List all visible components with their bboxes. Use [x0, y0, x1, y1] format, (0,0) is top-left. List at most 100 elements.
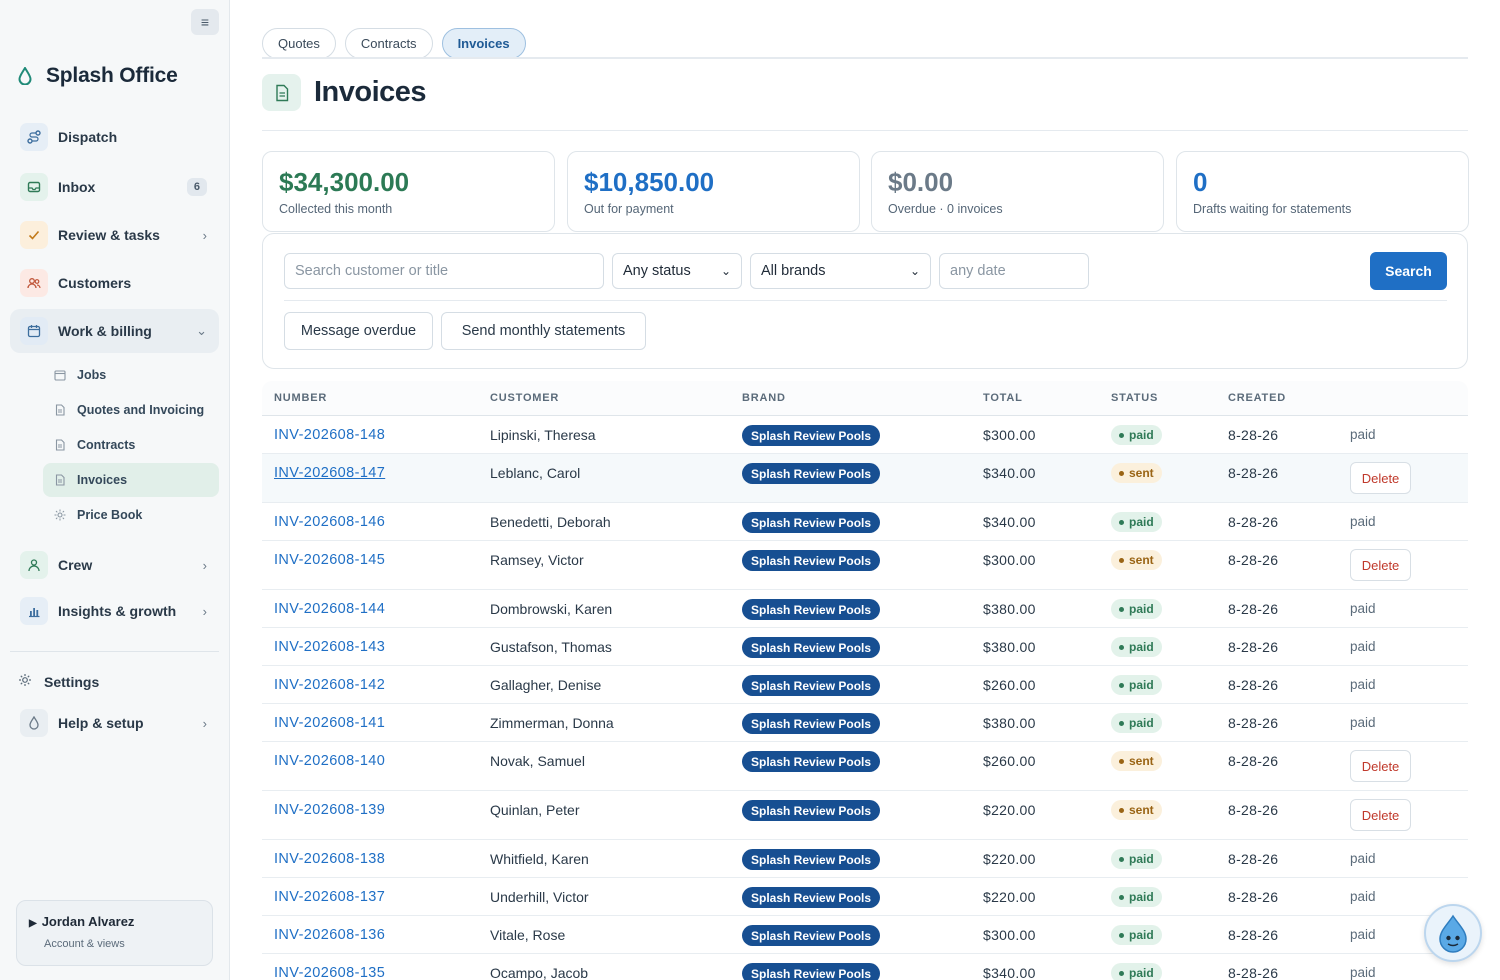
invoice-number-link[interactable]: INV-202608-146 [274, 514, 385, 530]
row-status-text: paid [1350, 965, 1376, 980]
sidebar-item-insights-growth[interactable]: Insights & growth › [10, 591, 219, 631]
invoice-total: $340.00 [983, 465, 1036, 481]
table-row[interactable]: INV-202608-145 Ramsey, Victor Splash Revie… [262, 541, 1468, 590]
brand-badge: Splash Review Pools [742, 425, 881, 446]
invoice-total: $340.00 [983, 965, 1036, 980]
column-header-status[interactable]: STATUS [1111, 392, 1158, 404]
sidebar-subitem-contracts[interactable]: Contracts [43, 428, 219, 462]
table-row[interactable]: INV-202608-140 Novak, Samuel Splash Review… [262, 742, 1468, 791]
brand[interactable]: Splash Office [18, 62, 178, 90]
status-dot-icon [1119, 519, 1124, 525]
brand-name: Splash Office [46, 64, 178, 87]
table-row[interactable]: INV-202608-135 Ocampo, Jacob Splash Review… [262, 954, 1468, 980]
column-header-total[interactable]: TOTAL [983, 392, 1023, 404]
invoice-number-link[interactable]: INV-202608-138 [274, 851, 385, 867]
sidebar-item-work-billing[interactable]: Work & billing ⌄ [10, 309, 219, 353]
sidebar-subitem-price-book[interactable]: Price Book [43, 498, 219, 532]
sidebar-item-settings[interactable]: Settings [18, 673, 99, 690]
sidebar-collapse-button[interactable]: ≡ [191, 9, 219, 35]
brand-badge: Splash Review Pools [742, 925, 881, 946]
tab-contracts[interactable]: Contracts [344, 28, 433, 59]
column-header-customer[interactable]: CUSTOMER [490, 392, 559, 404]
invoice-number-link[interactable]: INV-202608-144 [274, 601, 385, 617]
table-row[interactable]: INV-202608-137 Underhill, Victor Splash Re… [262, 878, 1468, 916]
table-row[interactable]: INV-202608-138 Whitfield, Karen Splash Rev… [262, 840, 1468, 878]
created-date: 8-28-26 [1228, 889, 1279, 905]
message-overdue-button[interactable]: Message overdue [284, 312, 433, 350]
brand-select[interactable]: All brands ⌄ [750, 253, 931, 289]
sidebar-item-inbox[interactable]: Inbox 6 [10, 167, 219, 207]
status-badge: sent [1111, 751, 1162, 771]
sidebar-item-dispatch[interactable]: Dispatch [10, 117, 219, 157]
invoice-number-link[interactable]: INV-202608-143 [274, 639, 385, 655]
table-row[interactable]: INV-202608-144 Dombrowski, Karen Splash Re… [262, 590, 1468, 628]
gear-icon [18, 673, 32, 690]
assistant-mascot-button[interactable] [1424, 904, 1482, 962]
status-dot-icon [1119, 807, 1124, 813]
status-badge: paid [1111, 925, 1162, 945]
send-statements-button[interactable]: Send monthly statements [441, 312, 646, 350]
sidebar-item-help-setup[interactable]: Help & setup › [10, 703, 219, 743]
brand-badge: Splash Review Pools [742, 963, 881, 980]
invoice-number-link[interactable]: INV-202608-142 [274, 677, 385, 693]
invoice-number-link[interactable]: INV-202608-136 [274, 927, 385, 943]
invoice-number-link[interactable]: INV-202608-145 [274, 552, 385, 568]
tab-quotes[interactable]: Quotes [262, 28, 336, 59]
table-row[interactable]: INV-202608-141 Zimmerman, Donna Splash Rev… [262, 704, 1468, 742]
table-row[interactable]: INV-202608-146 Benedetti, Deborah Splash R… [262, 503, 1468, 541]
date-input[interactable]: any date [939, 253, 1089, 289]
column-header-created[interactable]: CREATED [1228, 392, 1286, 404]
delete-button[interactable]: Delete [1350, 549, 1411, 581]
stat-label: Drafts waiting for statements [1193, 202, 1352, 216]
invoice-number-link[interactable]: INV-202608-147 [274, 465, 385, 481]
account-switcher[interactable]: ▶ Jordan Alvarez Account & views [16, 900, 213, 966]
customer-name: Leblanc, Carol [490, 465, 581, 481]
invoice-number-link[interactable]: INV-202608-139 [274, 802, 385, 818]
sidebar-subitem-jobs[interactable]: Jobs [43, 358, 219, 392]
customer-name: Novak, Samuel [490, 753, 585, 769]
row-status-text: paid [1350, 889, 1376, 904]
created-date: 8-28-26 [1228, 753, 1279, 769]
sidebar-item-customers[interactable]: Customers [10, 263, 219, 303]
delete-button[interactable]: Delete [1350, 750, 1411, 782]
brand-badge: Splash Review Pools [742, 751, 881, 772]
chevron-right-icon: › [202, 227, 207, 243]
stat-label: Overdue · 0 invoices [888, 202, 1003, 216]
table-row[interactable]: INV-202608-147 Leblanc, Carol Splash Revie… [262, 454, 1468, 503]
invoice-number-link[interactable]: INV-202608-137 [274, 889, 385, 905]
invoice-total: $300.00 [983, 552, 1036, 568]
status-badge: paid [1111, 713, 1162, 733]
sidebar-subitem-invoices[interactable]: Invoices [43, 463, 219, 497]
table-row[interactable]: INV-202608-142 Gallagher, Denise Splash Re… [262, 666, 1468, 704]
status-dot-icon [1119, 682, 1124, 688]
status-badge: paid [1111, 887, 1162, 907]
invoice-document-icon [262, 74, 301, 111]
customer-name: Benedetti, Deborah [490, 514, 611, 530]
sidebar-item-crew[interactable]: Crew › [10, 545, 219, 585]
invoice-number-link[interactable]: INV-202608-135 [274, 965, 385, 980]
chevron-down-icon: ⌄ [909, 264, 920, 278]
table-row[interactable]: INV-202608-139 Quinlan, Peter Splash Revie… [262, 791, 1468, 840]
delete-button[interactable]: Delete [1350, 799, 1411, 831]
column-header-number[interactable]: NUMBER [274, 392, 327, 404]
table-row[interactable]: INV-202608-143 Gustafson, Thomas Splash Re… [262, 628, 1468, 666]
sidebar-item-review-tasks[interactable]: Review & tasks › [10, 215, 219, 255]
invoice-number-link[interactable]: INV-202608-141 [274, 715, 385, 731]
sidebar-subitem-quotes-invoicing[interactable]: Quotes and Invoicing [43, 393, 219, 427]
invoice-number-link[interactable]: INV-202608-140 [274, 753, 385, 769]
search-input[interactable]: Search customer or title [284, 253, 604, 289]
column-header-brand[interactable]: BRAND [742, 392, 786, 404]
created-date: 8-28-26 [1228, 851, 1279, 867]
table-row[interactable]: INV-202608-148 Lipinski, Theresa Splash Re… [262, 416, 1468, 454]
invoice-number-link[interactable]: INV-202608-148 [274, 427, 385, 443]
search-button[interactable]: Search [1370, 252, 1447, 290]
delete-button[interactable]: Delete [1350, 462, 1411, 494]
brand-badge: Splash Review Pools [742, 849, 881, 870]
sidebar-item-label: Work & billing [58, 323, 152, 339]
tab-invoices[interactable]: Invoices [441, 28, 526, 59]
table-row[interactable]: INV-202608-136 Vitale, Rose Splash Review … [262, 916, 1468, 954]
status-text: sent [1129, 754, 1154, 768]
created-date: 8-28-26 [1228, 802, 1279, 818]
status-select[interactable]: Any status ⌄ [612, 253, 742, 289]
sidebar-subitem-label: Price Book [77, 508, 143, 522]
